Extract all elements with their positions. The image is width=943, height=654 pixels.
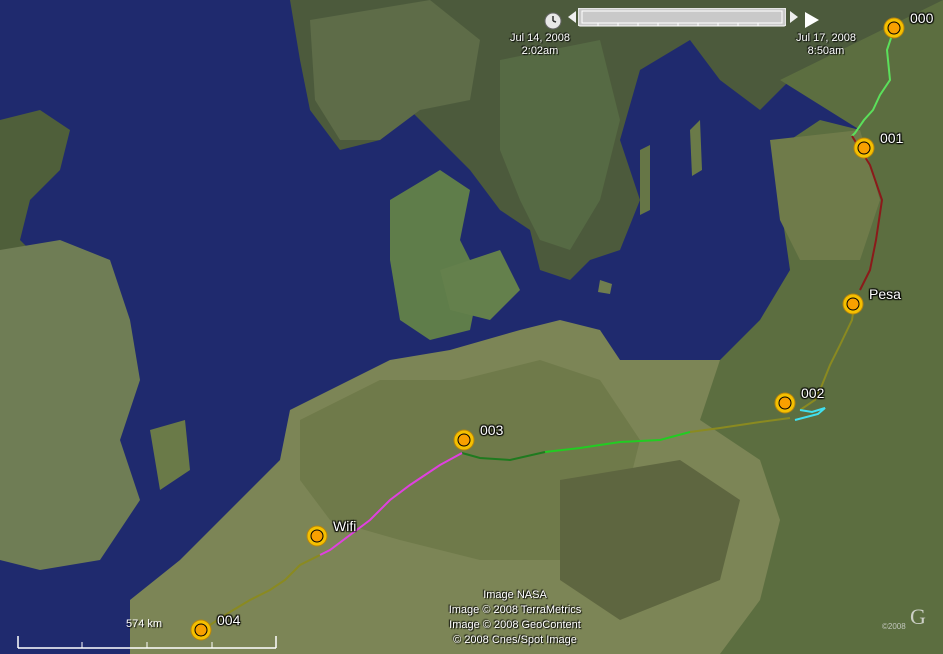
timeline-start-date: Jul 14, 2008 bbox=[510, 32, 570, 44]
imagery-credits: Image NASA Image © 2008 TerraMetrics Ima… bbox=[420, 588, 610, 648]
slider-right-arrow-icon[interactable] bbox=[788, 10, 800, 24]
placemark-wifi[interactable]: Wifi bbox=[303, 518, 356, 550]
gps-track bbox=[199, 31, 894, 633]
placemark-label: 003 bbox=[480, 422, 504, 438]
credit-line: © 2008 Cnes/Spot Image bbox=[453, 634, 577, 646]
sun-icon bbox=[883, 17, 905, 39]
placemark-003[interactable]: 003 bbox=[450, 422, 503, 454]
timeline-end-date: Jul 17, 2008 bbox=[796, 32, 856, 44]
placemark-label: 000 bbox=[910, 10, 934, 26]
brand-copyright: ©2008 bbox=[882, 622, 906, 631]
sun-icon bbox=[453, 429, 475, 451]
google-logo: G bbox=[910, 604, 926, 629]
placemark-pesa[interactable]: Pesa bbox=[839, 286, 901, 318]
clock-icon[interactable] bbox=[543, 11, 563, 31]
credit-line: Image © 2008 TerraMetrics bbox=[448, 604, 582, 616]
track-segment-002-003-olive bbox=[689, 417, 791, 433]
slider-left-arrow-icon[interactable] bbox=[566, 10, 578, 24]
placemark-label: Pesa bbox=[869, 286, 901, 302]
sun-icon bbox=[774, 392, 796, 414]
timeline-end-label: Jul 17, 2008 8:50am bbox=[786, 32, 866, 58]
map-view[interactable]: 000 001 Pesa 002 003 Wifi 004 Jul 14, 20… bbox=[0, 0, 943, 654]
scale-bar: 574 km bbox=[16, 618, 278, 650]
timeline-start-label: Jul 14, 2008 2:02am bbox=[498, 32, 582, 58]
track-segment-002-cyan bbox=[794, 407, 826, 421]
sun-icon bbox=[842, 293, 864, 315]
track-segment-002-003-green bbox=[544, 431, 691, 453]
scale-label: 574 km bbox=[126, 618, 163, 630]
sun-icon bbox=[853, 137, 875, 159]
placemark-002[interactable]: 002 bbox=[771, 385, 824, 417]
placemark-label: 001 bbox=[880, 130, 904, 146]
time-slider[interactable] bbox=[578, 8, 786, 28]
placemark-label: 002 bbox=[801, 385, 825, 401]
timeline-start-time: 2:02am bbox=[521, 45, 559, 57]
placemark-000[interactable]: 000 bbox=[880, 10, 933, 42]
credit-line: Image © 2008 GeoContent bbox=[449, 619, 581, 631]
placemark-001[interactable]: 001 bbox=[850, 130, 903, 162]
play-icon[interactable] bbox=[803, 11, 821, 29]
credit-line: Image NASA bbox=[483, 589, 547, 601]
timeline-end-time: 8:50am bbox=[807, 45, 845, 57]
sun-icon bbox=[306, 525, 328, 547]
placemark-label: Wifi bbox=[333, 518, 357, 534]
track-segment-003-wifi bbox=[319, 452, 463, 556]
